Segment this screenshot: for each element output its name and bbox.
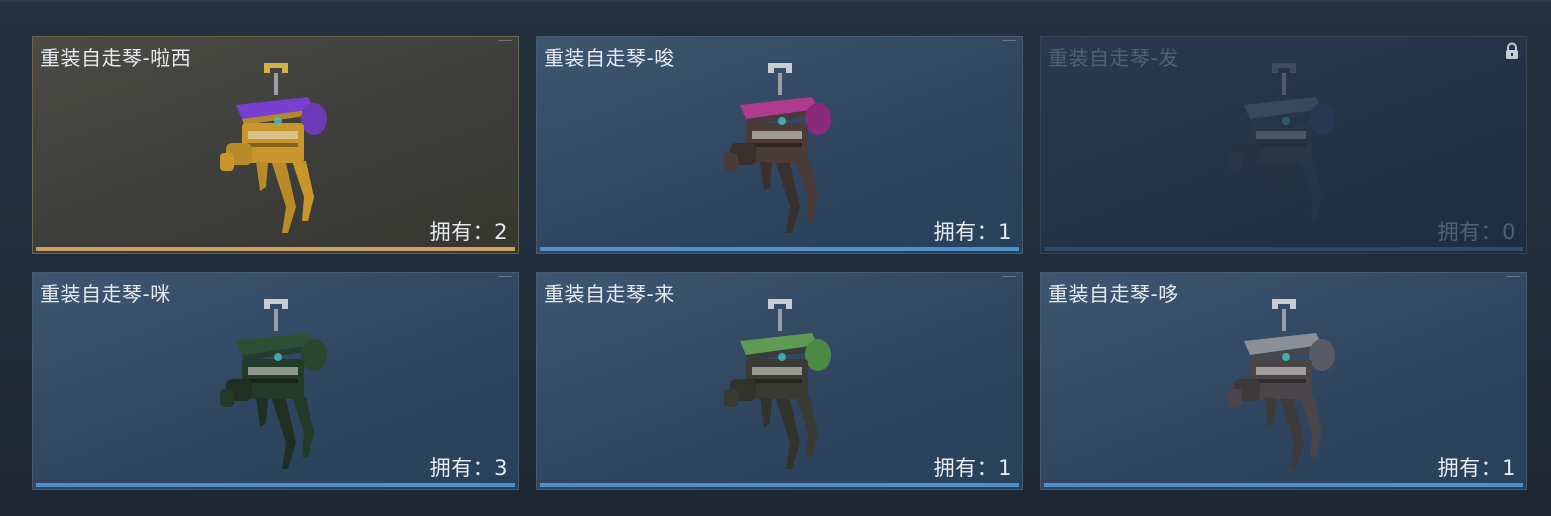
rarity-bar bbox=[540, 483, 1019, 487]
skin-title: 重装自走琴-咪 bbox=[40, 282, 171, 306]
rarity-bar bbox=[1044, 483, 1523, 487]
robot-image bbox=[723, 299, 831, 469]
corner-mark bbox=[1002, 276, 1016, 280]
robot-image bbox=[219, 63, 327, 233]
lock-icon bbox=[1506, 42, 1518, 59]
skin-collection-panel: 重装自走琴-啦西 拥有：2 重装自走琴-唆 拥有：1 重装自走琴-发 拥有：0 … bbox=[0, 0, 1551, 516]
owned-count: 拥有：3 bbox=[429, 456, 508, 480]
skin-card-4[interactable]: 重装自走琴-来 拥有：1 bbox=[536, 272, 1023, 490]
owned-count: 拥有：1 bbox=[933, 456, 1012, 480]
owned-count: 拥有：1 bbox=[1437, 456, 1516, 480]
owned-count: 拥有：1 bbox=[933, 220, 1012, 244]
skin-card-3[interactable]: 重装自走琴-咪 拥有：3 bbox=[32, 272, 519, 490]
robot-image bbox=[1227, 63, 1335, 233]
owned-count: 拥有：2 bbox=[429, 220, 508, 244]
skin-title: 重装自走琴-哆 bbox=[1048, 282, 1179, 306]
corner-mark bbox=[498, 40, 512, 44]
rarity-bar bbox=[1044, 247, 1523, 251]
robot-image bbox=[1227, 299, 1335, 469]
corner-mark bbox=[498, 276, 512, 280]
rarity-bar bbox=[540, 247, 1019, 251]
skin-title: 重装自走琴-来 bbox=[544, 282, 675, 306]
rarity-bar bbox=[36, 483, 515, 487]
corner-mark bbox=[1506, 276, 1520, 280]
corner-mark bbox=[1002, 40, 1016, 44]
skin-card-5[interactable]: 重装自走琴-哆 拥有：1 bbox=[1040, 272, 1527, 490]
skin-title: 重装自走琴-唆 bbox=[544, 46, 675, 70]
owned-count: 拥有：0 bbox=[1437, 220, 1516, 244]
skin-title: 重装自走琴-发 bbox=[1048, 46, 1179, 70]
robot-image bbox=[723, 63, 831, 233]
robot-image bbox=[219, 299, 327, 469]
skin-card-1[interactable]: 重装自走琴-唆 拥有：1 bbox=[536, 36, 1023, 254]
skin-card-2[interactable]: 重装自走琴-发 拥有：0 bbox=[1040, 36, 1527, 254]
skin-card-0[interactable]: 重装自走琴-啦西 拥有：2 bbox=[32, 36, 519, 254]
skin-title: 重装自走琴-啦西 bbox=[40, 46, 192, 70]
rarity-bar bbox=[36, 247, 515, 251]
